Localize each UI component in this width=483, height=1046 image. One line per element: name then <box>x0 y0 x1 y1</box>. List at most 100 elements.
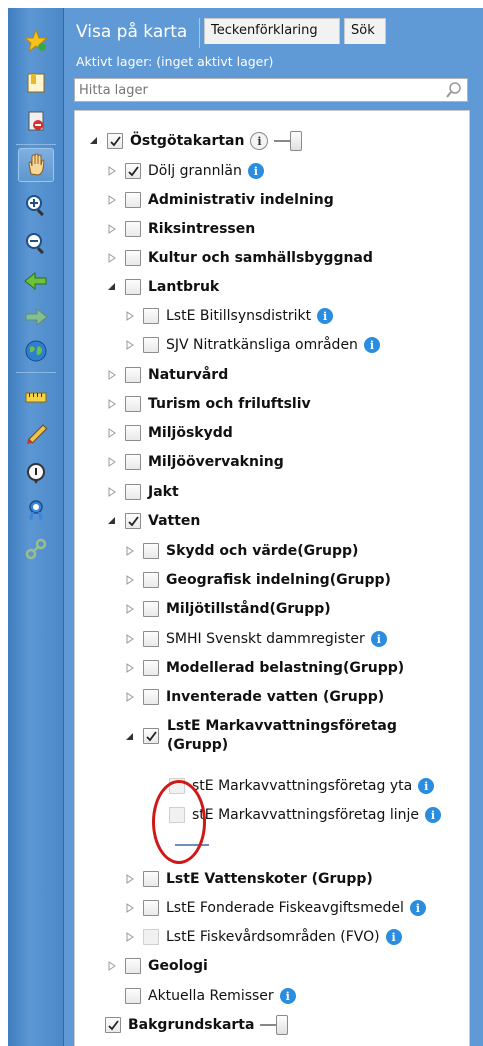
favorites-star-icon[interactable] <box>18 24 54 58</box>
layer-checkbox[interactable] <box>107 133 123 149</box>
collapse-arrow-icon[interactable] <box>105 280 119 294</box>
group-geologi[interactable]: Geologi <box>105 954 208 978</box>
clear-map-icon[interactable] <box>18 104 54 138</box>
layer-checkbox[interactable] <box>143 308 159 324</box>
layer-checkbox[interactable] <box>125 279 141 295</box>
group-lantbruk[interactable]: Lantbruk <box>105 275 219 299</box>
group-vatten[interactable]: Vatten <box>105 509 200 533</box>
expand-arrow-icon[interactable] <box>105 959 119 973</box>
tab-show-on-map[interactable]: Visa på karta <box>72 18 200 48</box>
layer-checkbox[interactable] <box>143 900 159 916</box>
layer-checkbox[interactable] <box>143 572 159 588</box>
layer-checkbox[interactable] <box>125 367 141 383</box>
info-icon[interactable]: i <box>247 163 264 179</box>
print-ribbon-icon[interactable] <box>18 494 54 528</box>
layer-checkbox[interactable] <box>143 929 159 945</box>
layer-checkbox[interactable] <box>125 513 141 529</box>
layer-checkbox[interactable] <box>125 988 141 1004</box>
expand-arrow-icon[interactable] <box>105 485 119 499</box>
layer-checkbox[interactable] <box>125 250 141 266</box>
info-icon[interactable]: i <box>370 631 387 647</box>
layer-bakgrundskarta[interactable]: Bakgrundskarta <box>105 1013 289 1037</box>
layer-lste-markavvattningsforetag-linje[interactable]: stE Markavvattningsföretag linje i <box>169 803 441 827</box>
layer-checkbox[interactable] <box>143 337 159 353</box>
share-link-icon[interactable] <box>18 532 54 566</box>
pan-hand-icon[interactable] <box>18 148 54 182</box>
layer-checkbox[interactable] <box>125 192 141 208</box>
group-jakt[interactable]: Jakt <box>105 480 179 504</box>
expand-arrow-icon[interactable] <box>105 426 119 440</box>
info-icon[interactable]: i <box>425 807 441 823</box>
metadata-icon[interactable]: i <box>250 132 269 150</box>
expand-arrow-icon[interactable] <box>105 193 119 207</box>
info-icon[interactable]: i <box>363 337 380 353</box>
layer-checkbox[interactable] <box>125 958 141 974</box>
expand-arrow-icon[interactable] <box>123 872 137 886</box>
expand-arrow-icon[interactable] <box>123 573 137 587</box>
group-geografisk-indelning[interactable]: Geografisk indelning(Grupp) <box>123 568 391 592</box>
group-modellerad-belastning[interactable]: Modellerad belastning(Grupp) <box>123 656 404 680</box>
layer-checkbox[interactable] <box>143 543 159 559</box>
expand-arrow-icon[interactable] <box>123 661 137 675</box>
full-extent-globe-icon[interactable] <box>18 334 54 368</box>
draw-pencil-icon[interactable] <box>18 418 54 452</box>
layer-lste-fonderade-fiskeavgiftsmedel[interactable]: LstE Fonderade Fiskeavgiftsmedel i <box>123 896 426 920</box>
layer-dolj-grannlan[interactable]: Dölj grannlän i <box>105 159 264 183</box>
zoom-in-icon[interactable] <box>18 188 54 222</box>
layer-ostgotakartan[interactable]: Östgötakartan i <box>87 129 303 153</box>
layer-checkbox[interactable] <box>143 871 159 887</box>
layer-checkbox[interactable] <box>125 454 141 470</box>
group-miljotillstand[interactable]: Miljötillstånd(Grupp) <box>123 597 331 621</box>
layer-lste-markavvattningsforetag-yta[interactable]: stE Markavvattningsföretag yta i <box>169 774 435 798</box>
layer-search-input[interactable] <box>75 79 435 102</box>
info-icon[interactable]: i <box>317 308 334 324</box>
search-icon[interactable] <box>445 81 463 103</box>
group-naturvard[interactable]: Naturvård <box>105 363 228 387</box>
group-skydd-och-varde[interactable]: Skydd och värde(Grupp) <box>123 539 358 563</box>
layer-lste-fiskevardsomraden[interactable]: LstE Fiskevårdsområden (FVO) i <box>123 925 402 949</box>
group-turism-och-friluftsliv[interactable]: Turism och friluftsliv <box>105 392 311 416</box>
expand-arrow-icon[interactable] <box>105 368 119 382</box>
expand-arrow-icon[interactable] <box>123 690 137 704</box>
expand-arrow-icon[interactable] <box>105 164 119 178</box>
layer-checkbox[interactable] <box>125 484 141 500</box>
layer-checkbox[interactable] <box>143 728 159 744</box>
layer-checkbox[interactable] <box>125 163 141 179</box>
opacity-slider[interactable] <box>274 131 303 151</box>
layer-checkbox[interactable] <box>125 425 141 441</box>
group-lste-vattenskoter[interactable]: LstE Vattenskoter (Grupp) <box>123 867 373 891</box>
measure-ruler-icon[interactable] <box>18 380 54 414</box>
collapse-arrow-icon[interactable] <box>123 730 137 744</box>
layer-checkbox[interactable] <box>125 221 141 237</box>
expand-arrow-icon[interactable] <box>105 222 119 236</box>
expand-arrow-icon[interactable] <box>123 544 137 558</box>
group-miljoskydd[interactable]: Miljöskydd <box>105 421 233 445</box>
layer-checkbox[interactable] <box>143 631 159 647</box>
zoom-out-icon[interactable] <box>18 226 54 260</box>
layer-aktuella-remisser[interactable]: Aktuella Remisser i <box>125 984 296 1008</box>
layer-checkbox[interactable] <box>143 660 159 676</box>
bookmark-icon[interactable] <box>18 66 54 100</box>
group-kultur-och-samhallsbyggnad[interactable]: Kultur och samhällsbyggnad <box>105 246 373 270</box>
expand-arrow-icon[interactable] <box>123 602 137 616</box>
opacity-slider[interactable] <box>260 1015 289 1035</box>
group-inventerade-vatten[interactable]: Inventerade vatten (Grupp) <box>123 685 384 709</box>
info-icon[interactable]: i <box>279 988 296 1004</box>
forward-arrow-icon[interactable] <box>18 300 54 334</box>
expand-arrow-icon[interactable] <box>105 251 119 265</box>
group-miljoovervakning[interactable]: Miljöövervakning <box>105 450 284 474</box>
expand-arrow-icon[interactable] <box>105 397 119 411</box>
back-arrow-icon[interactable] <box>18 264 54 298</box>
layer-smhi-svenskt-dammregister[interactable]: SMHI Svenskt dammregister i <box>123 627 387 651</box>
layer-checkbox[interactable] <box>125 396 141 412</box>
tab-search[interactable]: Sök <box>344 18 386 44</box>
group-administrativ-indelning[interactable]: Administrativ indelning <box>105 188 334 212</box>
info-icon[interactable]: i <box>385 929 402 945</box>
layer-checkbox[interactable] <box>105 1017 121 1033</box>
expand-arrow-icon[interactable] <box>123 632 137 646</box>
tab-legend[interactable]: Teckenförklaring <box>204 18 340 44</box>
layer-checkbox[interactable] <box>143 601 159 617</box>
expand-arrow-icon[interactable] <box>123 338 137 352</box>
layer-checkbox[interactable] <box>143 689 159 705</box>
expand-arrow-icon[interactable] <box>123 930 137 944</box>
